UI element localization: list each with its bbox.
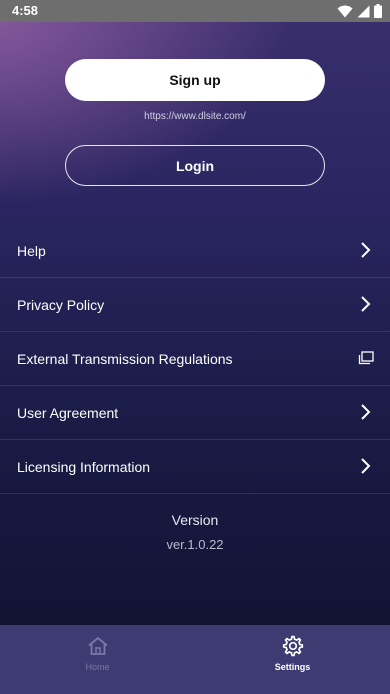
nav-settings-label: Settings (274, 662, 311, 672)
site-url-link[interactable]: https://www.dlsite.com/ (0, 111, 390, 122)
settings-menu: Help Privacy Policy External Transmissio… (0, 224, 390, 494)
chevron-right-icon (358, 241, 374, 259)
login-button[interactable]: Login (65, 145, 325, 186)
version-value: ver.1.0.22 (166, 537, 224, 552)
menu-item-privacy-policy[interactable]: Privacy Policy (0, 278, 390, 332)
wifi-icon (337, 5, 353, 18)
status-icons (337, 3, 382, 19)
menu-item-user-agreement[interactable]: User Agreement (0, 386, 390, 440)
status-time: 4:58 (12, 3, 39, 18)
battery-icon (374, 4, 382, 18)
nav-home[interactable]: Home (0, 625, 195, 694)
settings-screen: 4:58 Sign up https://www.dlsite.com/ Log… (0, 0, 390, 694)
bottom-navigation: Home Settings (0, 625, 390, 694)
chevron-right-icon (358, 457, 374, 475)
nav-home-label: Home (85, 662, 110, 672)
chevron-right-icon (358, 403, 374, 421)
gear-icon (282, 635, 304, 657)
menu-item-label: External Transmission Regulations (17, 351, 233, 367)
status-bar: 4:58 (0, 0, 390, 22)
signal-icon (357, 5, 370, 18)
signup-button[interactable]: Sign up (65, 59, 325, 101)
external-window-icon (358, 349, 374, 367)
menu-item-label: Licensing Information (17, 459, 151, 475)
menu-item-licensing-information[interactable]: Licensing Information (0, 440, 390, 494)
version-title: Version (171, 512, 219, 528)
menu-item-external-transmission[interactable]: External Transmission Regulations (0, 332, 390, 386)
home-icon (87, 635, 109, 657)
nav-settings[interactable]: Settings (195, 625, 390, 694)
chevron-right-icon (358, 295, 374, 313)
menu-item-label: User Agreement (17, 405, 119, 421)
menu-item-label: Privacy Policy (17, 297, 105, 313)
menu-item-label: Help (17, 243, 46, 259)
menu-item-help[interactable]: Help (0, 224, 390, 278)
